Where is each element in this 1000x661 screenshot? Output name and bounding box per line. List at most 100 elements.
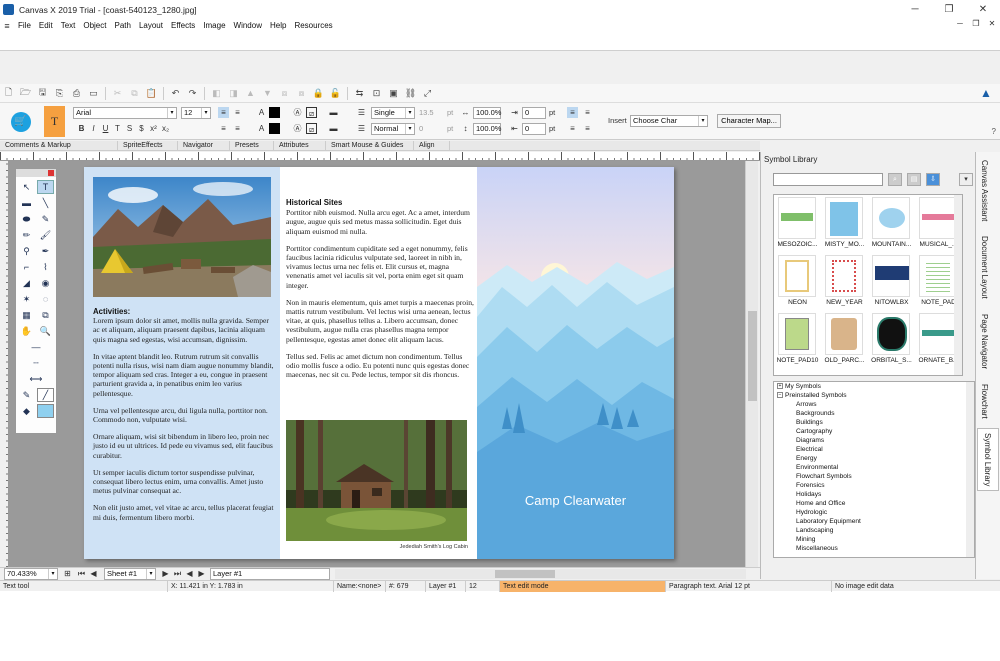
menu-edit[interactable]: Edit: [35, 21, 57, 30]
line-tool-icon[interactable]: ╲: [37, 196, 54, 210]
zoom-select[interactable]: 70.433% ▾: [4, 568, 58, 580]
save-icon[interactable]: 🖫: [34, 86, 51, 101]
tree-node[interactable]: − Preinstalled Symbols: [777, 392, 847, 399]
spacing-select[interactable]: Single ▾: [371, 107, 415, 119]
activities-text[interactable]: Activities: Lorem ipsum dolor sit amet, …: [93, 307, 275, 530]
filter-icon[interactable]: ▤: [907, 173, 921, 186]
cut-icon[interactable]: ✂: [109, 86, 126, 101]
arrow-style-icon[interactable]: ▬: [328, 123, 339, 134]
side-tab-symbol-library[interactable]: Symbol Library: [977, 428, 999, 492]
canvas-assistant-button[interactable]: 🛒: [3, 106, 38, 137]
fill-color-icon[interactable]: A: [256, 123, 267, 134]
image-tool-icon[interactable]: ▦: [18, 308, 35, 322]
tree-node[interactable]: Laboratory Equipment: [796, 518, 861, 525]
open-icon[interactable]: 🗁: [17, 86, 34, 101]
oval-tool-icon[interactable]: ⬬: [18, 212, 35, 226]
scale-v-icon[interactable]: ↕: [460, 123, 471, 134]
tab-smart-mouse[interactable]: Smart Mouse & Guides: [326, 141, 414, 150]
tab-presets[interactable]: Presets: [230, 141, 274, 150]
undo-icon[interactable]: ↶: [167, 86, 184, 101]
pen-color-icon[interactable]: ✎: [18, 388, 35, 402]
menu-file[interactable]: File: [14, 21, 35, 30]
para-align-center-icon[interactable]: ≡: [582, 107, 593, 118]
fill-tool-icon[interactable]: ◢: [18, 276, 35, 290]
layer-next-icon[interactable]: ▶: [196, 568, 207, 579]
zoom-icon[interactable]: ⊞: [62, 568, 73, 579]
symbol-item[interactable]: NEON: [774, 253, 821, 310]
align-center-icon[interactable]: ≡: [232, 107, 243, 118]
document-page[interactable]: Activities: Lorem ipsum dolor sit amet, …: [84, 167, 674, 559]
stroke-style-icon[interactable]: ⧄: [306, 107, 317, 118]
node-tool-icon[interactable]: ⌐: [18, 260, 35, 274]
back-icon[interactable]: ◨: [225, 86, 242, 101]
tree-node[interactable]: Hydrologic: [796, 509, 827, 516]
tree-node[interactable]: Holidays: [796, 491, 821, 498]
tree-node[interactable]: Environmental: [796, 464, 838, 471]
fill-color-swatch[interactable]: [37, 404, 54, 418]
tab-attributes[interactable]: Attributes: [274, 141, 326, 150]
tree-node[interactable]: Arrows: [796, 401, 817, 408]
indent-field[interactable]: 0: [522, 107, 546, 119]
fit-icon[interactable]: ⤢: [419, 86, 436, 101]
minimize-icon[interactable]: ─: [898, 0, 932, 19]
tree-node[interactable]: + My Symbols: [777, 383, 821, 390]
menu-window[interactable]: Window: [230, 21, 266, 30]
align-right-icon[interactable]: ≡: [218, 123, 229, 134]
close-icon[interactable]: ✕: [966, 0, 1000, 19]
side-tab-document-layout[interactable]: Document Layout: [980, 236, 989, 299]
scale-h-field[interactable]: 100.0%: [473, 107, 501, 119]
style-select[interactable]: Normal ▾: [371, 123, 415, 135]
scale-v-field[interactable]: 100.0%: [473, 123, 501, 135]
rectangle-tool-icon[interactable]: ▬: [18, 196, 35, 210]
smudge-tool-icon[interactable]: ⌇: [37, 260, 54, 274]
tab-align[interactable]: Align: [414, 141, 450, 150]
strike-icon[interactable]: $: [136, 123, 147, 134]
dash-style-icon[interactable]: ┄: [18, 356, 54, 370]
symbol-item[interactable]: NOTE_PAD10: [774, 311, 821, 368]
import-icon[interactable]: ⇩: [926, 173, 940, 186]
new-icon[interactable]: 🗋: [0, 86, 17, 101]
underline-icon[interactable]: U: [100, 123, 111, 134]
symbol-item[interactable]: ORBITAL_S...: [868, 311, 915, 368]
tab-spriteeffects[interactable]: SpriteEffects: [118, 141, 178, 150]
doc-restore-icon[interactable]: ❐: [968, 19, 984, 28]
redo-icon[interactable]: ↷: [184, 86, 201, 101]
vertical-scrollbar[interactable]: [745, 161, 758, 567]
lasso-tool-icon[interactable]: ◌: [37, 292, 54, 306]
tree-node[interactable]: Home and Office: [796, 500, 845, 507]
maximize-icon[interactable]: ❐: [932, 0, 966, 19]
next-page-icon[interactable]: ▶: [160, 568, 171, 579]
menu-layout[interactable]: Layout: [135, 21, 167, 30]
ink-icon[interactable]: Ⓐ: [292, 123, 303, 134]
symbol-search-input[interactable]: [773, 173, 883, 186]
wand-tool-icon[interactable]: ✶: [18, 292, 35, 306]
text-color-icon[interactable]: A: [256, 107, 267, 118]
front-icon[interactable]: ◧: [208, 86, 225, 101]
paint-tool-icon[interactable]: ✒: [37, 244, 54, 258]
side-tab-page-navigator[interactable]: Page Navigator: [980, 314, 989, 369]
page-setup-icon[interactable]: ▭: [85, 86, 102, 101]
zoom-tool-icon[interactable]: 🔍: [37, 324, 54, 338]
text-tool-button[interactable]: T: [44, 106, 65, 137]
fill-color-icon[interactable]: ◆: [18, 404, 35, 418]
eyedropper-tool-icon[interactable]: ⚲: [18, 244, 35, 258]
flip-icon[interactable]: ⇆: [351, 86, 368, 101]
display-icon[interactable]: ▣: [385, 86, 402, 101]
unlock-icon[interactable]: 🔓: [327, 86, 344, 101]
shadow-icon[interactable]: S: [124, 123, 135, 134]
tab-comments[interactable]: Comments & Markup: [0, 141, 118, 150]
side-tab-flowchart[interactable]: Flowchart: [980, 384, 989, 419]
italic-icon[interactable]: I: [88, 123, 99, 134]
toolbox-close-icon[interactable]: [48, 170, 54, 176]
para-justify-icon[interactable]: ≡: [582, 123, 593, 134]
line-spacing-icon[interactable]: ☰: [356, 107, 367, 118]
search-icon[interactable]: ⌕: [888, 173, 902, 186]
tree-scrollbar[interactable]: [966, 382, 974, 557]
align-left-icon[interactable]: ≡: [218, 107, 229, 118]
horizontal-scrollbar[interactable]: [335, 569, 746, 579]
line-style-icon[interactable]: ▬: [328, 107, 339, 118]
symbol-item[interactable]: NITOWLBX: [868, 253, 915, 310]
zoom-window-icon[interactable]: ⊡: [368, 86, 385, 101]
tree-node[interactable]: Flowchart Symbols: [796, 473, 852, 480]
symbol-item[interactable]: MOUNTAIN...: [868, 195, 915, 252]
